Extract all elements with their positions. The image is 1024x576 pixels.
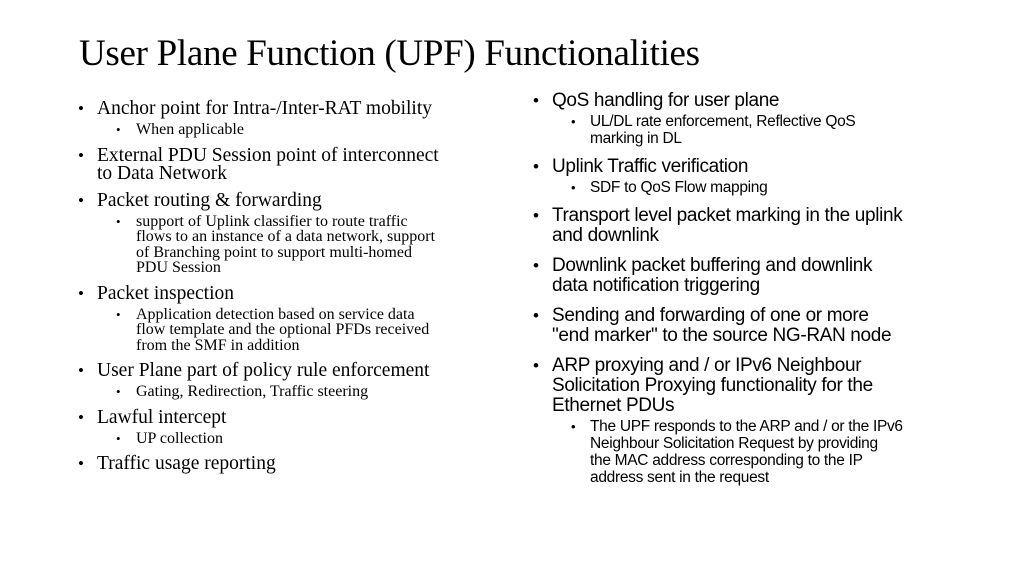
sub-bullet-item: • When applicable <box>116 121 244 138</box>
bullet-icon: • <box>78 454 84 473</box>
sub-bullet-item: • UP collection <box>116 429 223 447</box>
bullet-item: • Uplink Traffic verification <box>533 156 749 177</box>
bullet-item: • Anchor point for Intra-/Inter-RAT mobil… <box>78 98 433 119</box>
bullet-icon: • <box>78 99 84 118</box>
right-bullet-list: • QoS handling for user plane • UL/DL rate… <box>533 90 993 487</box>
bullet-icon: • <box>78 283 84 303</box>
slide-title: User Plane Function (UPF) Functionalitie… <box>79 33 700 74</box>
bullet-icon: • <box>78 407 84 427</box>
bullet-icon: • <box>533 356 539 375</box>
bullet-item: • User Plane part of policy rule enforcem… <box>78 360 430 381</box>
bullet-item: • Lawful intercept <box>78 406 227 428</box>
bullet-item: • External PDU Session point of interconn… <box>78 144 439 184</box>
bullet-item: • Transport level packet marking in the u… <box>533 205 903 246</box>
bullet-item: • Traffic usage reporting <box>78 453 276 474</box>
bullet-item: • Packet routing & forwarding <box>78 189 322 211</box>
bullet-icon: • <box>571 180 576 195</box>
bullet-icon: • <box>78 145 84 165</box>
left-bullet-list: • Anchor point for Intra-/Inter-RAT mobil… <box>78 98 498 474</box>
bullet-item: • Packet inspection <box>78 282 235 304</box>
bullet-item: • ARP proxying and / or IPv6 Neighbour So… <box>533 355 873 416</box>
bullet-icon: • <box>116 213 121 229</box>
sub-bullet-item: • The UPF responds to the ARP and / or th… <box>571 418 903 486</box>
bullet-icon: • <box>533 206 539 225</box>
bullet-icon: • <box>571 114 576 129</box>
bullet-icon: • <box>116 306 121 322</box>
sub-bullet-item: • SDF to QoS Flow mapping <box>571 179 768 196</box>
sub-bullet-item: • Gating, Redirection, Traffic steering <box>116 383 369 400</box>
bullet-icon: • <box>571 419 576 434</box>
bullet-item: • QoS handling for user plane <box>533 90 780 111</box>
bullet-icon: • <box>78 361 84 380</box>
bullet-icon: • <box>78 190 84 210</box>
sub-bullet-item: • UL/DL rate enforcement, Reflective QoS … <box>571 113 856 147</box>
bullet-item: • Sending and forwarding of one or more "… <box>533 305 892 346</box>
bullet-icon: • <box>116 122 121 137</box>
bullet-icon: • <box>533 306 539 325</box>
bullet-icon: • <box>116 384 121 399</box>
sub-bullet-item: • Application detection based on service … <box>116 305 430 354</box>
bullet-icon: • <box>116 430 121 446</box>
bullet-icon: • <box>533 91 539 110</box>
bullet-item: • Downlink packet buffering and downlink … <box>533 255 873 296</box>
sub-bullet-item: • support of Uplink classifier to route t… <box>116 212 436 276</box>
bullet-icon: • <box>533 256 539 275</box>
bullet-icon: • <box>533 157 539 176</box>
